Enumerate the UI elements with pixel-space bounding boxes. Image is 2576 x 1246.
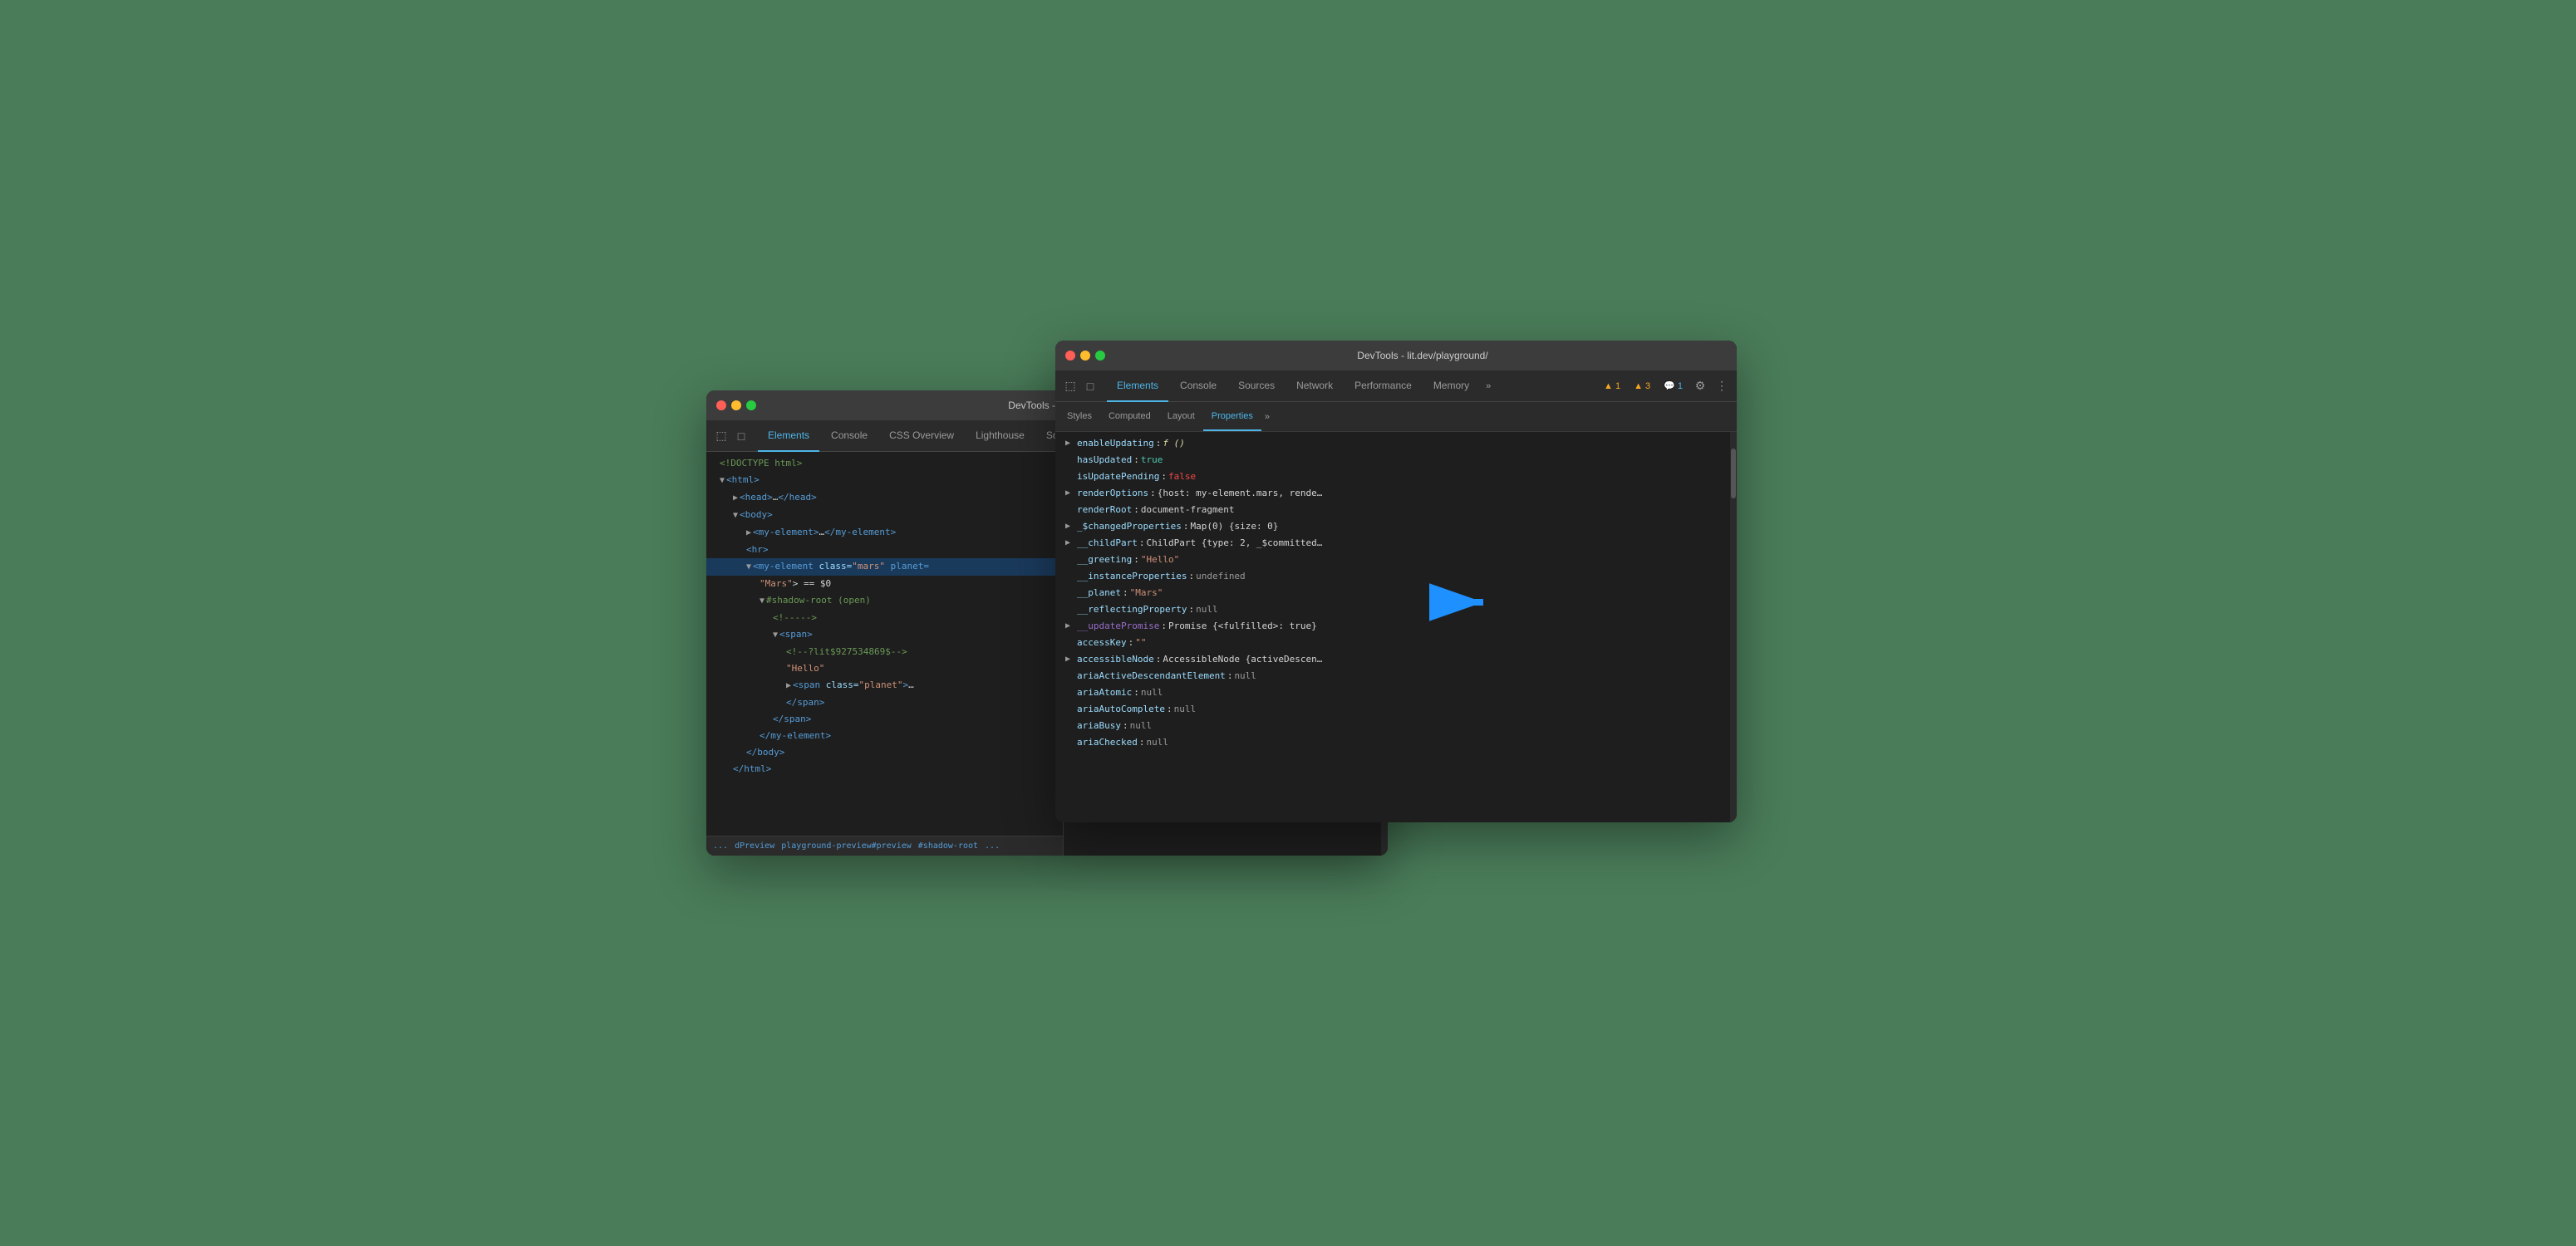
- prop-ariaActiveDescendant-front[interactable]: ariaActiveDescendantElement: null: [1055, 668, 1730, 684]
- inspect-icon-front[interactable]: □: [1082, 378, 1099, 395]
- minimize-button-front[interactable]: [1080, 351, 1090, 361]
- scroll-thumb-front[interactable]: [1731, 449, 1736, 498]
- tree-line-my-element-selected[interactable]: ▼<my-element class="mars" planet=: [706, 558, 1063, 576]
- close-button-front[interactable]: [1065, 351, 1075, 361]
- prop-accessKey-front[interactable]: accessKey: "": [1055, 635, 1730, 651]
- breadcrumb-more[interactable]: ...: [985, 841, 1000, 851]
- tab-lighthouse-back[interactable]: Lighthouse: [966, 420, 1035, 452]
- panel-tabs-front: Styles Computed Layout Properties »: [1055, 402, 1737, 432]
- cursor-icon[interactable]: ⬚: [713, 428, 730, 444]
- tree-line-comment-empty[interactable]: <!----->: [706, 610, 1063, 626]
- scene: DevTools - lit.dev/playground/ ⬚ □ Eleme…: [706, 341, 1870, 905]
- prop-ariaChecked-front[interactable]: ariaChecked: null: [1055, 734, 1730, 751]
- titlebar-front: DevTools - lit.dev/playground/: [1055, 341, 1737, 370]
- right-panel-front: Styles Computed Layout Properties » ▶ en…: [1055, 402, 1737, 822]
- prop-reflectingProperty-front[interactable]: __reflectingProperty: null: [1055, 601, 1730, 618]
- tab-sources-front[interactable]: Sources: [1228, 370, 1285, 402]
- toolbar-right-front: ▲ 1 ▲ 3 💬 1 ⚙ ⋮: [1600, 378, 1730, 395]
- prop-greeting-front[interactable]: __greeting: "Hello": [1055, 552, 1730, 568]
- tree-line-shadow-root[interactable]: ▼#shadow-root (open): [706, 592, 1063, 610]
- tree-line-my-element-close[interactable]: </my-element>: [706, 728, 1063, 744]
- maximize-button-back[interactable]: [746, 400, 756, 410]
- prop-instanceProperties-front[interactable]: __instanceProperties: undefined: [1055, 568, 1730, 585]
- tab-network-front[interactable]: Network: [1286, 370, 1343, 402]
- prop-updatePromise-front[interactable]: ▶ __updatePromise: Promise {<fulfilled>:…: [1055, 618, 1730, 635]
- dom-tree[interactable]: <!DOCTYPE html> ▼<html> ▶<head>…</head> …: [706, 452, 1063, 836]
- settings-icon-front[interactable]: ⚙: [1692, 378, 1708, 395]
- minimize-button-back[interactable]: [731, 400, 741, 410]
- tab-more-front[interactable]: »: [1481, 370, 1496, 402]
- prop-ariaAtomic-front[interactable]: ariaAtomic: null: [1055, 684, 1730, 701]
- tree-line-head[interactable]: ▶<head>…</head>: [706, 489, 1063, 507]
- breadcrumb-shadow-root[interactable]: #shadow-root: [918, 841, 978, 851]
- tree-line-hr[interactable]: <hr>: [706, 542, 1063, 558]
- main-area-front: Styles Computed Layout Properties » ▶ en…: [1055, 402, 1737, 822]
- toolbar-front: ⬚ □ Elements Console Sources Network Per…: [1055, 370, 1737, 402]
- prop-isUpdatePending-front[interactable]: isUpdatePending: false: [1055, 468, 1730, 485]
- tab-performance-front[interactable]: Performance: [1345, 370, 1422, 402]
- inspect-icon[interactable]: □: [733, 428, 750, 444]
- tree-line-span-planet[interactable]: ▶<span class="planet">…: [706, 677, 1063, 694]
- panel-tab-more-front[interactable]: »: [1261, 403, 1273, 431]
- traffic-lights-back: [716, 400, 756, 410]
- breadcrumb-dots[interactable]: ...: [713, 841, 728, 851]
- prop-ariaAutoComplete-front[interactable]: ariaAutoComplete: null: [1055, 701, 1730, 718]
- close-button-back[interactable]: [716, 400, 726, 410]
- prop-changedProperties-front[interactable]: ▶ _$changedProperties: Map(0) {size: 0}: [1055, 518, 1730, 535]
- tree-line-body-close[interactable]: </body>: [706, 744, 1063, 761]
- breadcrumb-dpreview[interactable]: dPreview: [735, 841, 774, 851]
- window-title-front: DevTools - lit.dev/playground/: [1118, 350, 1727, 361]
- tree-line-lit-comment[interactable]: <!--?lit$927534869$-->: [706, 644, 1063, 660]
- tree-line-mars-attr[interactable]: "Mars"> == $0: [706, 576, 1063, 592]
- maximize-button-front[interactable]: [1095, 351, 1105, 361]
- warning-badge-front-2[interactable]: ▲ 3: [1630, 380, 1654, 393]
- warning-badge-front[interactable]: ▲ 1: [1600, 380, 1625, 393]
- tree-line-body-open[interactable]: ▼<body>: [706, 507, 1063, 524]
- prop-planet-front[interactable]: __planet: "Mars": [1055, 585, 1730, 601]
- tree-line-my-element-1[interactable]: ▶<my-element>…</my-element>: [706, 524, 1063, 542]
- tree-line-hello-text[interactable]: "Hello": [706, 660, 1063, 677]
- tree-line-span-open[interactable]: ▼<span>: [706, 626, 1063, 644]
- prop-renderRoot-front[interactable]: renderRoot: document-fragment: [1055, 502, 1730, 518]
- tree-line-html-close[interactable]: </html>: [706, 761, 1063, 778]
- toolbar-icons-front: ⬚ □: [1062, 378, 1099, 395]
- devtools-window-front: DevTools - lit.dev/playground/ ⬚ □ Eleme…: [1055, 341, 1737, 822]
- prop-renderOptions-front[interactable]: ▶ renderOptions: {host: my-element.mars,…: [1055, 485, 1730, 502]
- tab-console-front[interactable]: Console: [1170, 370, 1227, 402]
- tab-computed-front[interactable]: Computed: [1100, 403, 1159, 431]
- toolbar-icons-back: ⬚ □: [713, 428, 750, 444]
- tree-line-doctype[interactable]: <!DOCTYPE html>: [706, 455, 1063, 472]
- tree-line-span-close-2[interactable]: </span>: [706, 711, 1063, 728]
- cursor-icon-front[interactable]: ⬚: [1062, 378, 1079, 395]
- tab-console-back[interactable]: Console: [821, 420, 878, 452]
- traffic-lights-front: [1065, 351, 1105, 361]
- prop-ariaBusy-front[interactable]: ariaBusy: null: [1055, 718, 1730, 734]
- prop-hasUpdated-front[interactable]: hasUpdated: true: [1055, 452, 1730, 468]
- scrollbar-front[interactable]: [1730, 432, 1737, 822]
- breadcrumb-playground[interactable]: playground-preview#preview: [781, 841, 912, 851]
- tab-elements-front[interactable]: Elements: [1107, 370, 1168, 402]
- tree-line-html-open[interactable]: ▼<html>: [706, 472, 1063, 489]
- prop-childPart-front[interactable]: ▶ __childPart: ChildPart {type: 2, _$com…: [1055, 535, 1730, 552]
- tab-memory-front[interactable]: Memory: [1423, 370, 1479, 402]
- tab-properties-front[interactable]: Properties: [1203, 403, 1261, 431]
- blue-arrow: [1429, 581, 1496, 623]
- prop-enableUpdating-front[interactable]: ▶ enableUpdating: f (): [1055, 435, 1730, 452]
- prop-accessibleNode-front[interactable]: ▶ accessibleNode: AccessibleNode {active…: [1055, 651, 1730, 668]
- props-content-front: ▶ enableUpdating: f () hasUpdated: true …: [1055, 432, 1730, 822]
- tab-layout-front[interactable]: Layout: [1159, 403, 1203, 431]
- info-badge-front[interactable]: 💬 1: [1659, 379, 1687, 393]
- tab-elements-back[interactable]: Elements: [758, 420, 819, 452]
- tree-line-span-close[interactable]: </span>: [706, 694, 1063, 711]
- tab-css-overview-back[interactable]: CSS Overview: [879, 420, 964, 452]
- more-options-icon-front[interactable]: ⋮: [1713, 378, 1730, 395]
- dom-panel: <!DOCTYPE html> ▼<html> ▶<head>…</head> …: [706, 452, 1064, 856]
- breadcrumb-bar: ... dPreview playground-preview#preview …: [706, 836, 1063, 856]
- tab-styles-front[interactable]: Styles: [1059, 403, 1100, 431]
